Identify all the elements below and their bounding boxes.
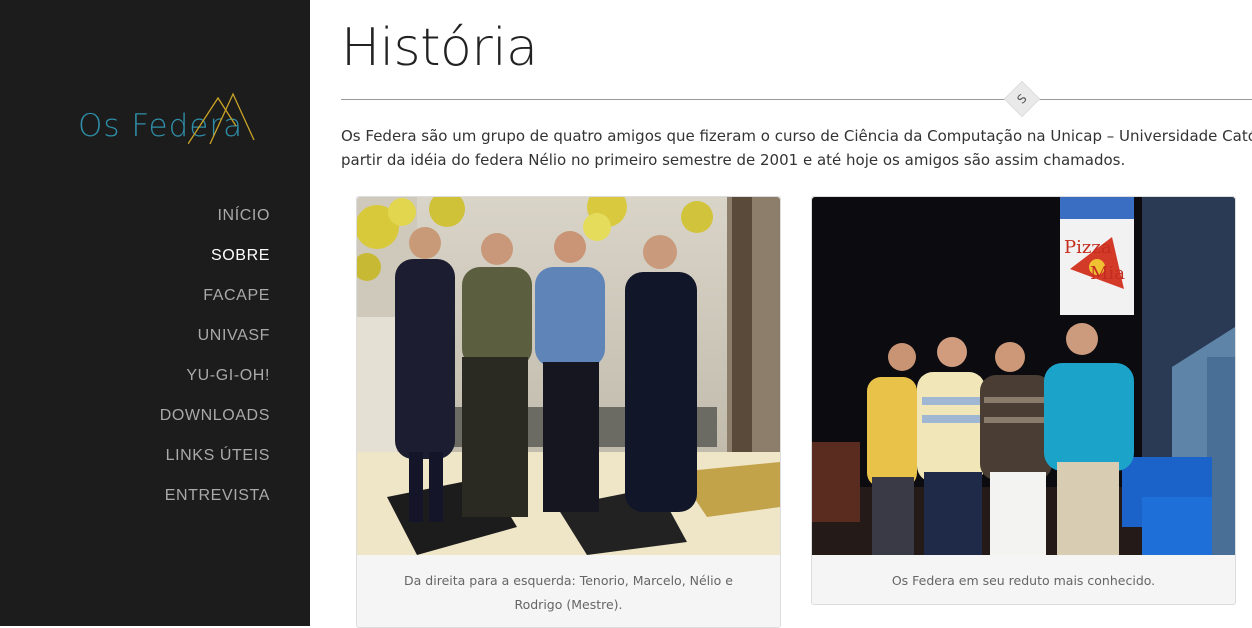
intro-paragraph: Os Federa são um grupo de quatro amigos … — [341, 124, 1252, 172]
site-logo[interactable]: Os Federa — [78, 92, 268, 152]
intro-line-2: partir da idéia do federa Nélio no prime… — [341, 151, 1126, 169]
divider-badge-icon: S — [1003, 80, 1041, 118]
nav-item-sobre[interactable]: SOBRE — [0, 244, 270, 284]
nav-item-yugioh[interactable]: YU-GI-OH! — [0, 364, 270, 404]
nav-item-links-uteis[interactable]: LINKS ÚTEIS — [0, 444, 270, 484]
photo-caption: Da direita para a esquerda: Tenorio, Mar… — [404, 573, 733, 612]
nav-item-entrevista[interactable]: ENTREVISTA — [0, 484, 270, 524]
photo-card-group: Da direita para a esquerda: Tenorio, Mar… — [356, 196, 781, 628]
nav-item-inicio[interactable]: INÍCIO — [0, 204, 270, 244]
nav-item-downloads[interactable]: DOWNLOADS — [0, 404, 270, 444]
photo-card-pizzeria: Pizza Mia Os Federa em seu reduto mais c… — [811, 196, 1236, 605]
main-content: História S Os Federa são um grupo de qua… — [341, 0, 1252, 628]
divider-badge-glyph: S — [1014, 91, 1030, 107]
sign-text-pizza: Pizza — [1064, 237, 1112, 258]
pizzeria-photo[interactable]: Pizza Mia — [812, 197, 1235, 555]
title-divider — [341, 99, 1252, 100]
nav-item-facape[interactable]: FACAPE — [0, 284, 270, 324]
intro-line-1: Os Federa são um grupo de quatro amigos … — [341, 127, 1252, 145]
logo-mountain-icon — [188, 92, 255, 144]
sign-text-mia: Mia — [1090, 263, 1125, 284]
group-photo[interactable] — [357, 197, 780, 555]
nav-item-univasf[interactable]: UNIVASF — [0, 324, 270, 364]
page-title: História — [341, 18, 538, 78]
sidebar: Os Federa INÍCIO SOBRE FACAPE UNIVASF YU… — [0, 0, 310, 626]
main-navigation: INÍCIO SOBRE FACAPE UNIVASF YU-GI-OH! DO… — [0, 204, 270, 524]
photo-caption: Os Federa em seu reduto mais conhecido. — [891, 573, 1156, 588]
